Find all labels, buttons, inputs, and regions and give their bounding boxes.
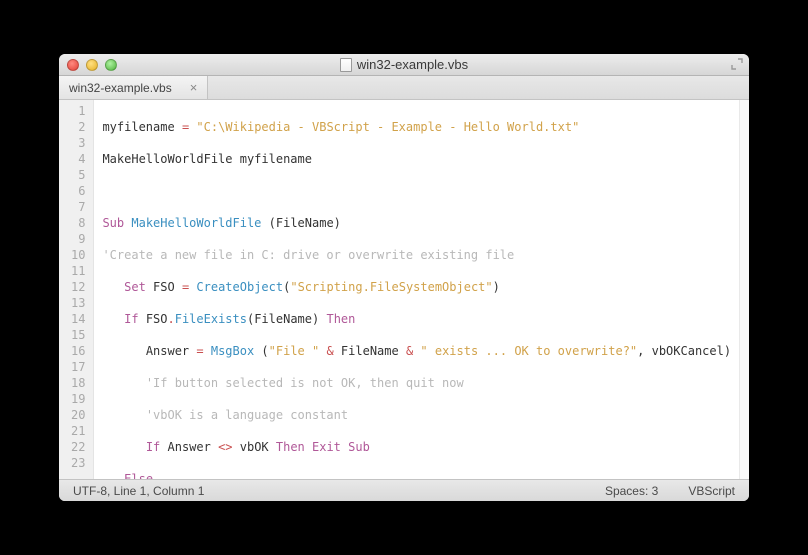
window-title: win32-example.vbs xyxy=(59,57,749,72)
window-controls xyxy=(67,59,117,71)
close-icon[interactable]: × xyxy=(190,80,198,95)
tab-file[interactable]: win32-example.vbs × xyxy=(59,76,208,99)
code-area[interactable]: myfilename = "C:\Wikipedia - VBScript - … xyxy=(94,100,739,479)
close-icon[interactable] xyxy=(67,59,79,71)
editor-window: win32-example.vbs win32-example.vbs × 12… xyxy=(59,54,749,501)
status-language[interactable]: VBScript xyxy=(688,484,735,498)
file-icon xyxy=(340,58,352,72)
zoom-icon[interactable] xyxy=(105,59,117,71)
scrollbar[interactable] xyxy=(739,100,749,479)
minimize-icon[interactable] xyxy=(86,59,98,71)
tab-label: win32-example.vbs xyxy=(69,81,172,95)
editor-area: 1234567891011121314151617181920212223 my… xyxy=(59,100,749,479)
titlebar[interactable]: win32-example.vbs xyxy=(59,54,749,76)
window-title-text: win32-example.vbs xyxy=(357,57,468,72)
tab-bar: win32-example.vbs × xyxy=(59,76,749,100)
line-gutter: 1234567891011121314151617181920212223 xyxy=(59,100,94,479)
status-spaces[interactable]: Spaces: 3 xyxy=(605,484,658,498)
fullscreen-icon[interactable] xyxy=(731,58,743,70)
status-left[interactable]: UTF-8, Line 1, Column 1 xyxy=(73,484,204,498)
status-bar: UTF-8, Line 1, Column 1 Spaces: 3 VBScri… xyxy=(59,479,749,501)
